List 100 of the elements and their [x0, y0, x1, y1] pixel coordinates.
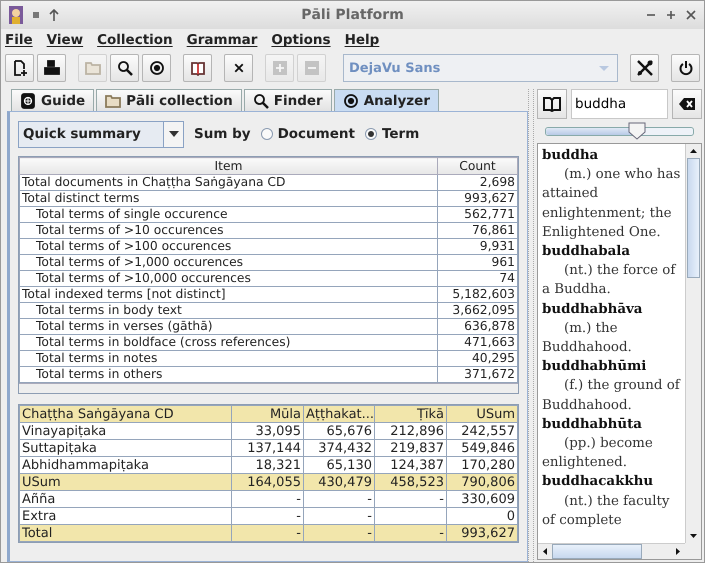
table-cell: Total terms of >100 occurences [20, 238, 438, 254]
toolbar-button[interactable] [37, 54, 66, 82]
table-cell: Total terms of >10,000 occurences [20, 270, 438, 286]
toolbar-button[interactable] [224, 54, 253, 82]
app-icon [9, 6, 23, 24]
table-cell: 2,698 [438, 174, 518, 190]
definition: (m.) the Buddhahood. [542, 320, 633, 358]
zoom-slider[interactable] [545, 122, 694, 140]
headword: buddhabhūmi [542, 357, 648, 376]
search-icon [252, 92, 269, 108]
menu-item[interactable]: File [5, 32, 33, 48]
table-cell: Total terms in boldface (cross references) [20, 334, 438, 350]
radio-button[interactable]: Term [364, 126, 420, 142]
menu-item[interactable]: Grammar [186, 32, 258, 48]
radio-button[interactable]: Document [260, 126, 355, 142]
folder-icon [84, 60, 100, 76]
table-cell: 636,878 [438, 318, 518, 334]
tab[interactable]: Finder [244, 89, 332, 111]
column-header[interactable]: USum [446, 406, 518, 422]
menu-item[interactable]: Help [344, 32, 380, 48]
table-cell: Total [20, 524, 232, 542]
headword: buddhabala [542, 242, 632, 262]
table-cell: 562,771 [438, 206, 518, 222]
headword: buddhabhāva [542, 300, 644, 319]
toolbar-button[interactable] [142, 54, 171, 82]
eye-icon [342, 92, 359, 108]
printer-icon [44, 60, 60, 76]
new-document-icon [12, 60, 28, 76]
tab[interactable]: Guide [11, 89, 94, 111]
table-cell: Total distinct terms [20, 190, 438, 206]
toolbar-button[interactable] [630, 54, 659, 82]
table-cell: Total terms in body text [20, 302, 438, 318]
power-icon [678, 60, 694, 76]
definition: (f.) the ground of Buddhahood. [542, 377, 682, 415]
table-cell: - [232, 524, 304, 542]
scroll-thumb[interactable] [552, 544, 642, 559]
guide-icon [20, 92, 36, 108]
table-cell: 5,182,603 [438, 286, 518, 302]
search-field[interactable]: buddha [571, 89, 668, 119]
dictionary-button[interactable] [537, 89, 567, 119]
tab[interactable]: Analyzer [334, 89, 439, 111]
table-cell: 471,663 [438, 334, 518, 350]
definition: (nt.) the faculty of complete [542, 492, 670, 530]
clear-button[interactable] [672, 89, 702, 119]
menu-item[interactable]: Collection [97, 32, 173, 48]
summary-select[interactable]: Quick summary [18, 120, 184, 148]
close-icon [232, 62, 244, 74]
table-cell: 40,295 [438, 350, 518, 366]
table-cell: Total terms of >1,000 occurences [20, 254, 438, 270]
table-cell: 74 [438, 270, 518, 286]
close-icon[interactable] [686, 10, 696, 20]
slider-thumb[interactable] [628, 122, 646, 140]
tools-icon [636, 59, 654, 77]
book-icon [543, 96, 561, 112]
toolbar-button[interactable] [671, 54, 700, 82]
up-arrow-icon[interactable] [49, 9, 59, 21]
menu-item[interactable]: Options [271, 32, 331, 48]
column-header[interactable]: Aṭṭhakat... [304, 406, 374, 422]
table-cell: Total terms of single occurence [20, 206, 438, 222]
table-cell: Total documents in Chaṭṭha Saṅgāyana CD [20, 174, 438, 190]
tab[interactable]: Pāli collection [96, 89, 242, 111]
menu-item[interactable]: View [46, 32, 84, 48]
definition: (nt.) the force of a Buddha. [542, 262, 678, 300]
dropdown-arrow-icon [599, 66, 609, 70]
table-cell: Total terms in verses (gāthā) [20, 318, 438, 334]
table-cell: Total indexed terms [not distinct] [20, 286, 438, 302]
table-cell: - [374, 524, 446, 542]
toolbar-button[interactable] [5, 54, 34, 82]
column-header[interactable]: Item [20, 158, 438, 174]
column-header[interactable]: Ṭīkā [374, 406, 446, 422]
table-cell: 76,861 [438, 222, 518, 238]
definition: (m.) one who has attained enlightenment; the Enlightened One. [542, 166, 682, 242]
vertical-scrollbar[interactable] [685, 144, 701, 543]
horizontal-scrollbar[interactable] [538, 543, 685, 559]
column-header[interactable]: Mūla [232, 406, 304, 422]
definition: (pp.) become enlightened. [542, 435, 654, 472]
table-cell: 993,627 [446, 524, 518, 542]
headword: buddhabhūta [542, 414, 643, 434]
column-header[interactable]: Chaṭṭha Saṅgāyana CD [20, 406, 232, 422]
table-cell: 3,662,095 [438, 302, 518, 318]
toolbar-button[interactable] [110, 54, 139, 82]
minus-icon [304, 60, 320, 76]
headword: buddha [542, 146, 600, 165]
dropdown-arrow-icon [168, 131, 178, 137]
scroll-thumb[interactable] [687, 158, 700, 278]
maximize-icon[interactable] [666, 10, 676, 20]
sum-by-label: Sum by [194, 126, 251, 142]
table-cell: 993,627 [438, 190, 518, 206]
table-cell: 9,931 [438, 238, 518, 254]
plus-icon [272, 60, 288, 76]
toolbar-button[interactable] [183, 54, 212, 82]
table-cell: Total terms in notes [20, 350, 438, 366]
backspace-icon [679, 98, 695, 110]
column-header[interactable]: Count [438, 158, 518, 174]
window-title: Pāli Platform [300, 7, 405, 23]
search-icon [116, 60, 132, 76]
eye-icon [148, 60, 164, 76]
table-cell: 961 [438, 254, 518, 270]
book-icon [190, 60, 206, 76]
table-cell: - [304, 524, 374, 542]
